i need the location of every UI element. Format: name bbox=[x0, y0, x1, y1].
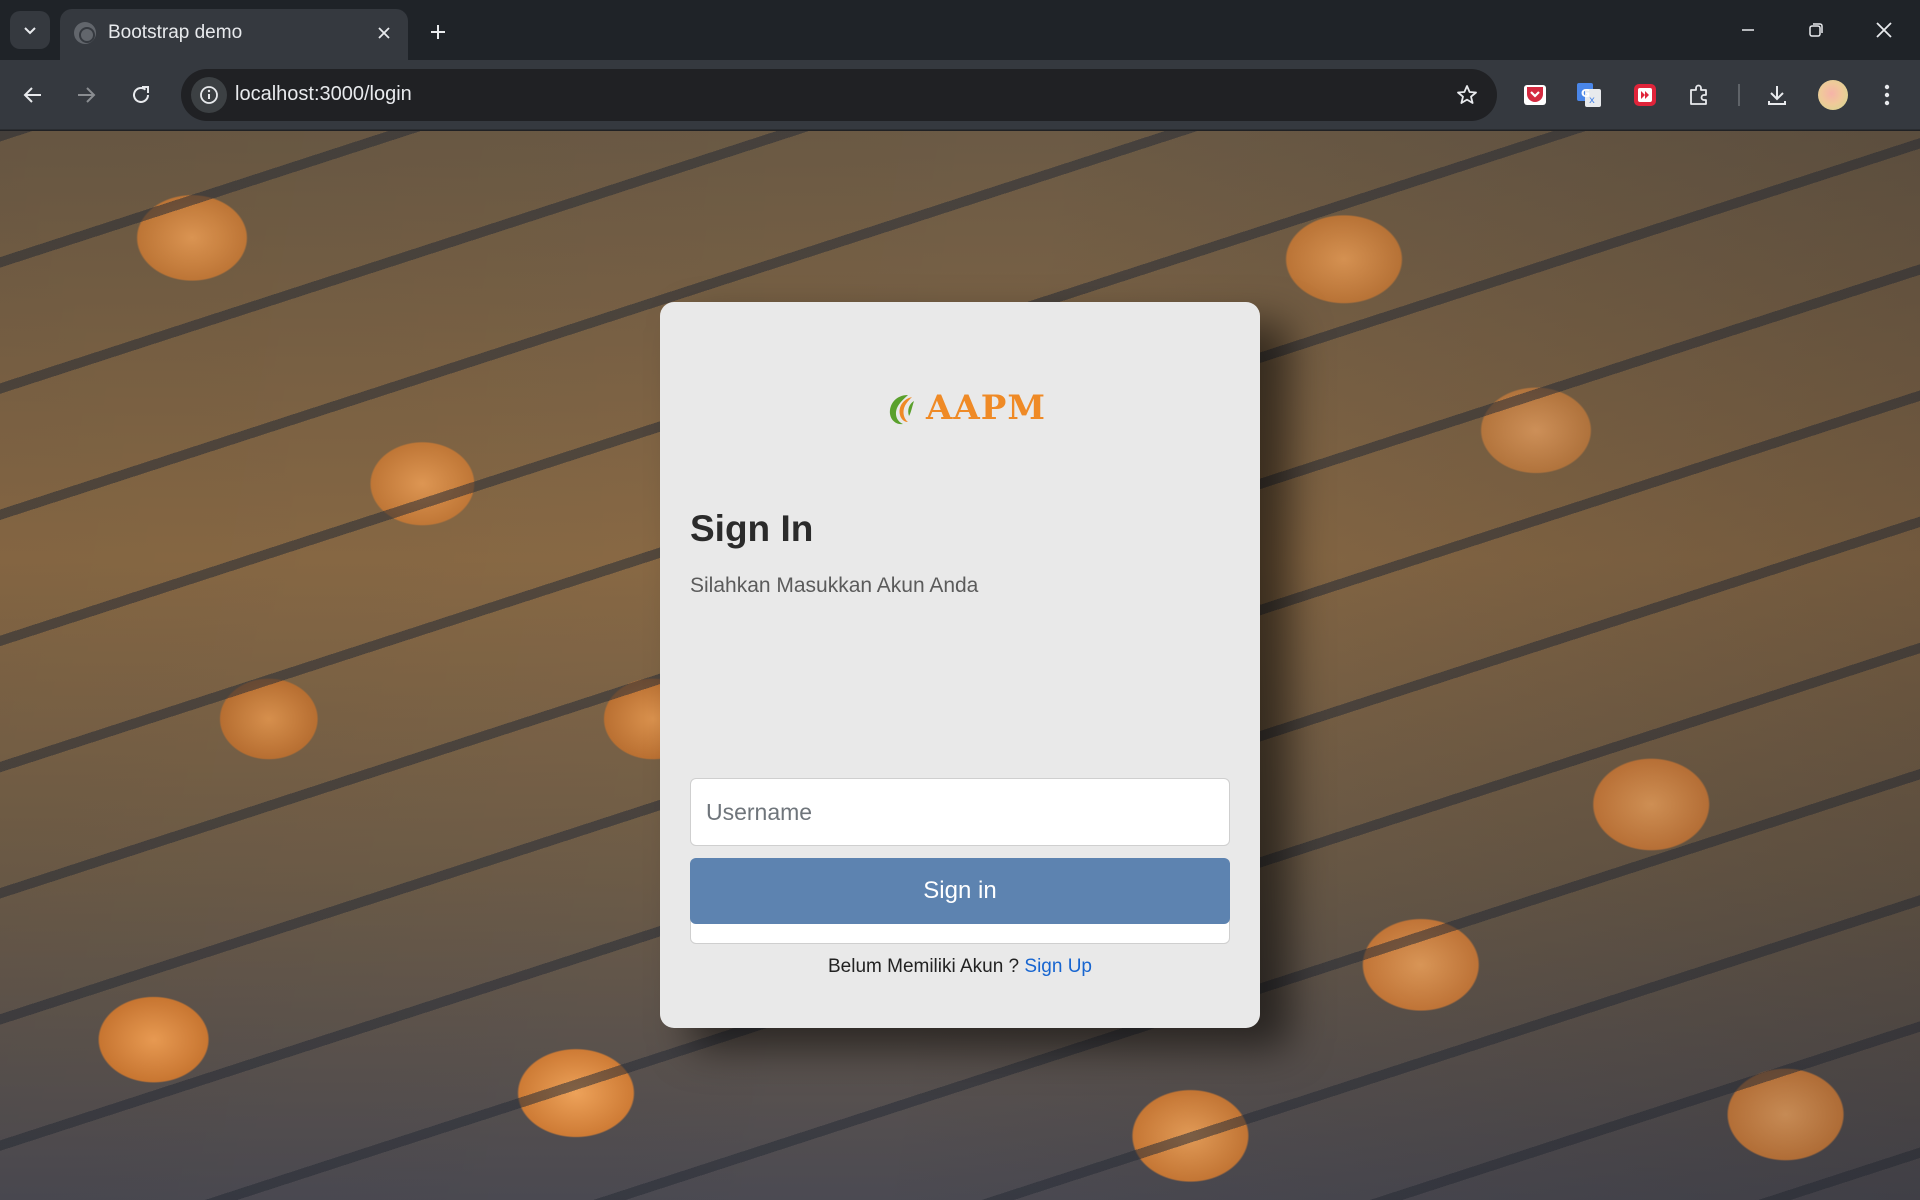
red-extension-button[interactable] bbox=[1626, 76, 1664, 114]
bookmark-button[interactable] bbox=[1449, 77, 1485, 113]
signup-prompt-line: Belum Memiliki Akun ? Sign Up bbox=[660, 956, 1260, 978]
pocket-icon bbox=[1524, 85, 1546, 105]
forward-button[interactable] bbox=[66, 75, 106, 115]
toolbar-separator bbox=[1738, 84, 1740, 106]
arrow-left-icon bbox=[23, 87, 41, 103]
star-icon bbox=[1457, 85, 1477, 104]
extensions-button[interactable] bbox=[1680, 76, 1718, 114]
info-icon bbox=[200, 86, 218, 104]
tab-search-button[interactable] bbox=[10, 11, 50, 49]
new-tab-button[interactable] bbox=[420, 14, 456, 50]
close-icon bbox=[1876, 22, 1892, 38]
browser-tab-active[interactable]: Bootstrap demo bbox=[60, 9, 408, 60]
address-bar[interactable]: localhost:3000/login bbox=[181, 69, 1497, 121]
username-input[interactable] bbox=[690, 778, 1230, 846]
leaf-swirl-logo-icon bbox=[889, 395, 914, 425]
close-icon bbox=[378, 27, 390, 39]
signup-prompt-text: Belum Memiliki Akun ? bbox=[827, 956, 1025, 977]
pocket-extension-button[interactable] bbox=[1516, 76, 1554, 114]
svg-text:x: x bbox=[1589, 95, 1595, 106]
plus-icon bbox=[431, 25, 445, 39]
url-text: localhost:3000/login bbox=[235, 83, 412, 106]
puzzle-icon bbox=[1690, 84, 1707, 105]
reload-icon bbox=[133, 86, 149, 103]
browser-toolbar: localhost:3000/login Gx bbox=[0, 60, 1920, 130]
red-play-icon bbox=[1634, 84, 1656, 106]
globe-icon bbox=[74, 22, 96, 44]
download-icon bbox=[1768, 86, 1786, 105]
page-subtitle: Silahkan Masukkan Akun Anda bbox=[690, 574, 979, 597]
translate-extension-button[interactable]: Gx bbox=[1570, 76, 1608, 114]
reload-button[interactable] bbox=[121, 75, 161, 115]
minimize-button[interactable] bbox=[1716, 8, 1780, 52]
back-button[interactable] bbox=[13, 75, 53, 115]
arrow-right-icon bbox=[78, 87, 96, 103]
site-info-button[interactable] bbox=[191, 77, 227, 113]
kebab-menu-icon bbox=[1884, 84, 1890, 106]
close-window-button[interactable] bbox=[1852, 8, 1916, 52]
tab-title: Bootstrap demo bbox=[108, 22, 243, 43]
chevron-down-icon bbox=[24, 27, 36, 35]
page-viewport: AAPM Sign In Silahkan Masukkan Akun Anda… bbox=[0, 131, 1920, 1200]
sign-in-button[interactable]: Sign in bbox=[690, 858, 1230, 924]
browser-menu-button[interactable] bbox=[1868, 76, 1906, 114]
google-translate-icon: Gx bbox=[1577, 83, 1601, 107]
url-host: localhost bbox=[235, 83, 314, 105]
minimize-icon bbox=[1742, 29, 1754, 31]
brand-logo: AAPM bbox=[886, 388, 1046, 428]
tab-close-button[interactable] bbox=[370, 19, 398, 47]
login-card: AAPM Sign In Silahkan Masukkan Akun Anda… bbox=[660, 302, 1260, 1028]
url-path: :3000/login bbox=[313, 83, 412, 105]
profile-avatar[interactable] bbox=[1818, 80, 1848, 110]
downloads-button[interactable] bbox=[1758, 76, 1796, 114]
sign-up-link[interactable]: Sign Up bbox=[1024, 956, 1092, 977]
restore-button[interactable] bbox=[1784, 8, 1848, 52]
browser-tabstrip: Bootstrap demo bbox=[0, 0, 1920, 60]
page-title: Sign In bbox=[690, 508, 814, 549]
restore-icon bbox=[1809, 23, 1823, 37]
brand-logo-text: AAPM bbox=[926, 388, 1046, 428]
